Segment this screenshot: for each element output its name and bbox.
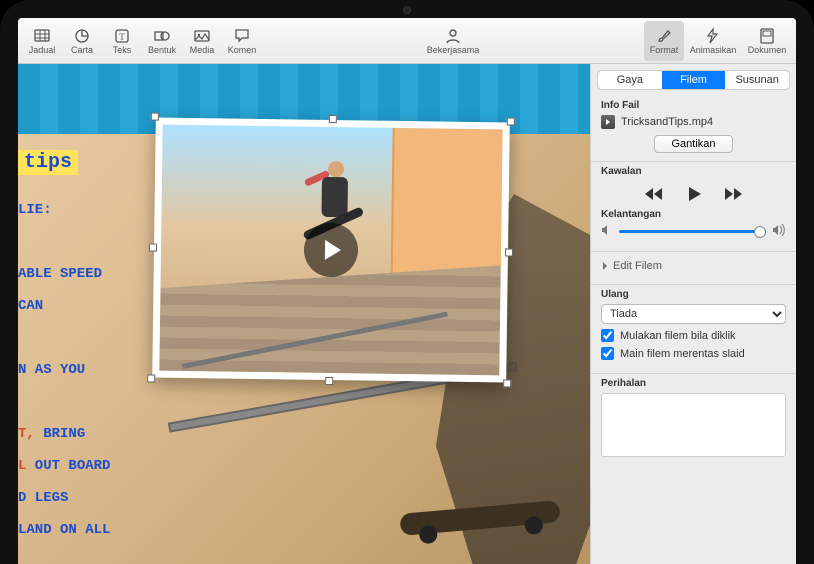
across-slides-row[interactable]: Main filem merentas slaid — [601, 347, 786, 360]
inspector-panel: Gaya Filem Susunan Info Fail TricksandTi… — [590, 64, 796, 564]
animate-icon — [704, 27, 722, 45]
across-slides-checkbox[interactable] — [601, 347, 614, 360]
filename-label: TricksandTips.mp4 — [621, 116, 713, 128]
toolbar: Jadual Carta T Teks Bentuk Media Komen Bekerja… — [18, 18, 796, 64]
toolbar-komen-button[interactable]: Komen — [222, 21, 262, 61]
file-info-heading: Info Fail — [601, 100, 786, 111]
slide-text-line: L OUT BOARD — [18, 450, 188, 482]
device-frame: Jadual Carta T Teks Bentuk Media Komen Bekerja… — [0, 0, 814, 564]
controls-section: Kawalan Kelantangan — [591, 162, 796, 252]
replace-button[interactable]: Gantikan — [654, 135, 732, 153]
description-section: Perihalan — [591, 374, 796, 468]
tips-badge: tips — [18, 150, 78, 175]
brush-icon — [655, 27, 673, 45]
toolbar-media-button[interactable]: Media — [182, 21, 222, 61]
slide-text-line: T, BRING — [18, 418, 188, 450]
edit-movie-label: Edit Filem — [613, 260, 662, 272]
toolbar-item-label: Komen — [228, 45, 257, 55]
toolbar-animasikan-button[interactable]: Animasikan — [684, 21, 742, 61]
start-on-click-row[interactable]: Mulakan filem bila diklik — [601, 329, 786, 342]
inspector-tabs: Gaya Filem Susunan — [597, 70, 790, 90]
toolbar-dokumen-button[interactable]: Dokumen — [742, 21, 792, 61]
volume-heading: Kelantangan — [601, 209, 786, 220]
resize-handle[interactable] — [329, 115, 337, 123]
description-textarea[interactable] — [601, 393, 786, 457]
description-heading: Perihalan — [601, 378, 786, 389]
toolbar-jadual-button[interactable]: Jadual — [22, 21, 62, 61]
controls-heading: Kawalan — [601, 166, 786, 177]
edit-movie-section: Edit Filem — [591, 252, 796, 285]
repeat-heading: Ulang — [601, 289, 786, 300]
chart-icon — [73, 27, 91, 45]
video-thumbnail — [159, 125, 502, 376]
tab-susunan[interactable]: Susunan — [725, 71, 789, 89]
file-info-section: Info Fail TricksandTips.mp4 Gantikan — [591, 96, 796, 162]
resize-handle[interactable] — [503, 379, 511, 387]
toolbar-carta-button[interactable]: Carta — [62, 21, 102, 61]
rewind-button[interactable] — [641, 181, 667, 207]
start-on-click-label: Mulakan filem bila diklik — [620, 330, 736, 342]
collaborate-label: Bekerjasama — [427, 45, 480, 55]
toolbar-item-label: Dokumen — [748, 45, 787, 55]
volume-low-icon — [601, 224, 613, 239]
table-icon — [33, 27, 51, 45]
toolbar-item-label: Bentuk — [148, 45, 176, 55]
document-icon — [758, 27, 776, 45]
video-object[interactable] — [152, 118, 510, 383]
play-overlay-button[interactable] — [304, 223, 359, 278]
toolbar-bentuk-button[interactable]: Bentuk — [142, 21, 182, 61]
edit-movie-disclosure[interactable]: Edit Filem — [601, 256, 786, 276]
repeat-section: Ulang Tiada Mulakan filem bila diklik Ma… — [591, 285, 796, 374]
collaborate-button[interactable]: Bekerjasama — [419, 21, 487, 61]
toolbar-item-label: Carta — [71, 45, 93, 55]
toolbar-item-label: Media — [190, 45, 215, 55]
across-slides-label: Main filem merentas slaid — [620, 348, 745, 360]
toolbar-item-label: Jadual — [29, 45, 56, 55]
play-button[interactable] — [681, 181, 707, 207]
repeat-select[interactable]: Tiada — [601, 304, 786, 324]
tab-gaya[interactable]: Gaya — [598, 71, 662, 89]
resize-handle[interactable] — [149, 243, 157, 251]
resize-handle[interactable] — [507, 117, 515, 125]
slide-text-line: LAND ON ALL — [18, 514, 188, 546]
play-icon — [325, 240, 341, 260]
slide-text-line: D LEGS — [18, 482, 188, 514]
comment-icon — [233, 27, 251, 45]
main-area: tips LIE: ABLE SPEEDCAN N AS YOU T, BRIN… — [18, 64, 796, 564]
volume-high-icon — [772, 224, 786, 239]
toolbar-item-label: Animasikan — [690, 45, 737, 55]
app-window: Jadual Carta T Teks Bentuk Media Komen Bekerja… — [18, 18, 796, 564]
movie-file-icon — [601, 115, 615, 129]
fast-forward-button[interactable] — [721, 181, 747, 207]
toolbar-item-label: Teks — [113, 45, 132, 55]
resize-handle[interactable] — [151, 112, 159, 120]
svg-text:T: T — [119, 32, 125, 42]
chevron-right-icon — [601, 262, 609, 270]
resize-handle[interactable] — [505, 248, 513, 256]
slide-text-line — [18, 386, 188, 418]
webcam-dot — [403, 6, 411, 14]
toolbar-teks-button[interactable]: T Teks — [102, 21, 142, 61]
toolbar-format-button[interactable]: Format — [644, 21, 684, 61]
resize-handle[interactable] — [147, 374, 155, 382]
toolbar-item-label: Format — [650, 45, 679, 55]
start-on-click-checkbox[interactable] — [601, 329, 614, 342]
resize-handle[interactable] — [325, 377, 333, 385]
text-icon: T — [113, 27, 131, 45]
slide-canvas[interactable]: tips LIE: ABLE SPEEDCAN N AS YOU T, BRIN… — [18, 64, 590, 564]
volume-slider[interactable] — [619, 230, 766, 233]
person-icon — [444, 27, 462, 45]
media-icon — [193, 27, 211, 45]
tab-filem[interactable]: Filem — [662, 71, 726, 89]
shape-icon — [153, 27, 171, 45]
